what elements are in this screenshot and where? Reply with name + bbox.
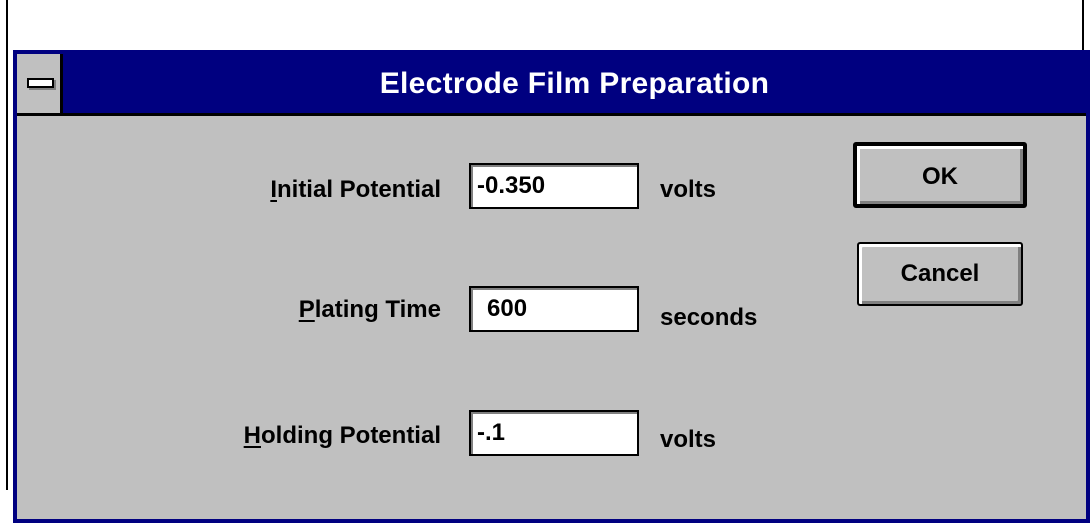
holding-potential-unit: volts [660,426,717,453]
background-window-edge-right [1082,0,1084,50]
plating-time-unit: seconds [660,304,758,331]
electrode-film-preparation-dialog: Electrode Film Preparation Initial Poten… [13,50,1090,523]
system-menu-dash-icon [27,78,54,88]
plating-time-label: Plating Time [299,290,441,330]
dialog-title: Electrode Film Preparation [379,67,770,100]
title-bar[interactable]: Electrode Film Preparation [17,54,1086,116]
plating-time-label-mnemonic: P [298,296,315,323]
system-menu-button[interactable] [17,54,63,113]
holding-potential-label: Holding Potential [244,416,441,456]
background-window-edge-left [6,0,8,490]
initial-potential-label-mnemonic: I [270,176,277,203]
initial-potential-label-text: nitial Potential [276,176,441,203]
holding-potential-label-mnemonic: H [243,422,261,449]
holding-potential-input[interactable]: -.1 [469,410,639,456]
plating-time-label-text: lating Time [314,296,441,323]
plating-time-input[interactable]: 600 [469,286,639,332]
holding-potential-label-text: olding Potential [261,422,441,449]
initial-potential-label: Initial Potential [270,170,441,210]
initial-potential-input[interactable]: -0.350 [469,163,639,209]
cancel-button[interactable]: Cancel [857,242,1023,306]
initial-potential-unit: volts [660,176,717,203]
ok-button[interactable]: OK [853,142,1027,208]
